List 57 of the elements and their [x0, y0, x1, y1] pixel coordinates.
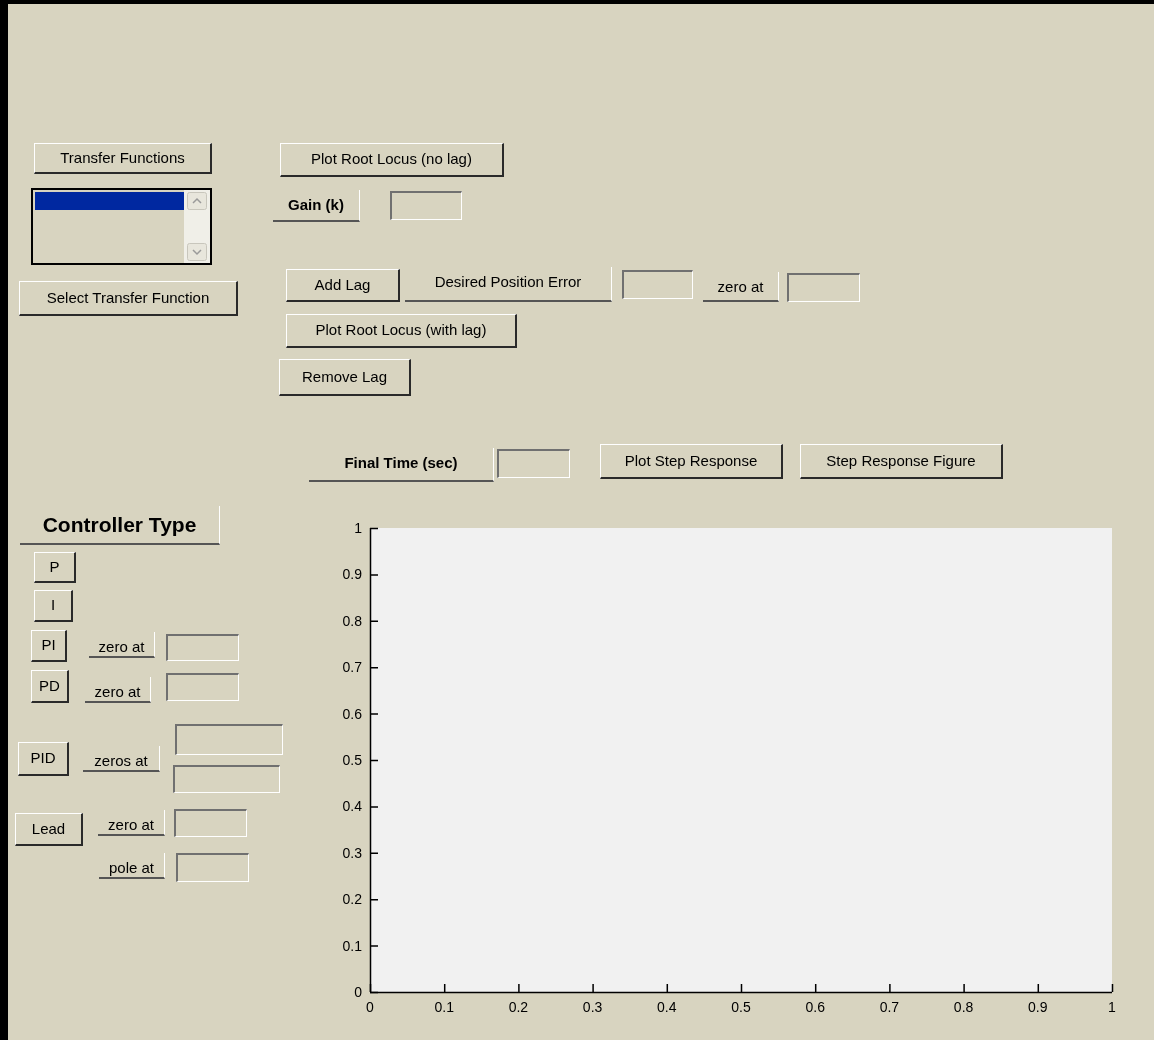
tick-label: 0.6 — [342, 705, 362, 722]
field-label: zeros at — [83, 746, 160, 772]
push-button[interactable]: Select Transfer Function — [19, 281, 238, 316]
tick-label: 0.3 — [342, 844, 362, 861]
push-button[interactable]: P — [34, 552, 76, 583]
tick-label: 0.9 — [342, 566, 362, 583]
field-label: zero at — [89, 632, 155, 658]
tick-label: 0.7 — [342, 659, 362, 676]
field-label: zero at — [85, 677, 151, 703]
tick-label: 0.3 — [582, 999, 603, 1015]
field-label: zero at — [703, 272, 779, 302]
input-field[interactable] — [787, 273, 860, 302]
tick-label: 0.8 — [342, 612, 362, 629]
push-button[interactable]: Plot Root Locus (with lag) — [286, 314, 517, 348]
push-button[interactable]: PD — [31, 670, 69, 703]
tick-label: 0.4 — [657, 999, 677, 1015]
tick-label: 1 — [354, 520, 362, 536]
push-button[interactable]: PI — [31, 630, 67, 662]
push-button[interactable]: Transfer Functions — [34, 143, 212, 174]
tick-label: 0 — [354, 984, 362, 1000]
field-label: pole at — [99, 853, 165, 879]
tick-label: 0 — [366, 999, 374, 1015]
push-button[interactable]: Add Lag — [286, 269, 400, 302]
push-button[interactable]: Remove Lag — [279, 359, 411, 396]
tick-label: 0.8 — [953, 999, 974, 1015]
push-button[interactable]: I — [34, 590, 73, 622]
input-field[interactable] — [175, 724, 283, 755]
field-label: Gain (k) — [273, 190, 360, 222]
tick-label: 0.2 — [508, 999, 529, 1015]
tick-label: 1 — [1108, 999, 1116, 1015]
tick-label: 0.1 — [342, 937, 362, 954]
tick-label: 0.7 — [879, 999, 900, 1015]
push-button[interactable]: Step Response Figure — [800, 444, 1003, 479]
push-button[interactable]: PID — [18, 742, 69, 776]
list-box[interactable] — [31, 188, 212, 265]
tick-label: 0.5 — [731, 999, 751, 1015]
field-label: Final Time (sec) — [309, 448, 494, 482]
field-label: zero at — [98, 810, 165, 836]
tick-label: 0.4 — [342, 798, 362, 815]
tick-label: 0.6 — [805, 999, 825, 1015]
input-field[interactable] — [622, 270, 693, 299]
input-field[interactable] — [166, 634, 239, 661]
input-field[interactable] — [173, 765, 280, 793]
input-field[interactable] — [497, 449, 570, 478]
push-button[interactable]: Lead — [15, 813, 83, 846]
input-field[interactable] — [390, 191, 462, 220]
input-field[interactable] — [174, 809, 247, 837]
push-button[interactable]: Plot Root Locus (no lag) — [280, 143, 504, 177]
tick-label: 0.2 — [342, 891, 362, 908]
input-field[interactable] — [166, 673, 239, 701]
push-button[interactable]: Plot Step Response — [600, 444, 783, 479]
input-field[interactable] — [176, 853, 249, 882]
field-label: Desired Position Error — [405, 267, 612, 302]
tick-label: 0.5 — [342, 752, 362, 768]
field-label: Controller Type — [20, 506, 220, 545]
tick-label: 0.9 — [1028, 999, 1048, 1015]
tick-label: 0.1 — [434, 999, 454, 1015]
